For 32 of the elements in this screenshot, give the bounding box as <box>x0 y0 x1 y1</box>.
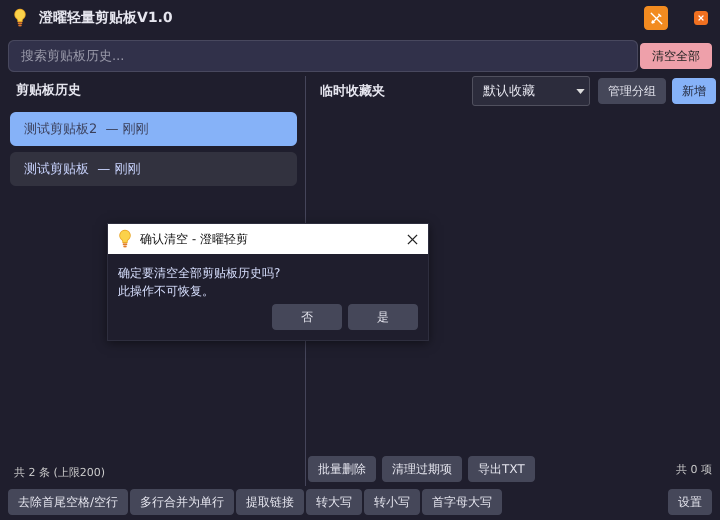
close-icon[interactable] <box>694 11 708 25</box>
dialog-button[interactable]: 否 <box>272 304 342 330</box>
dialog-message: 确定要清空全部剪贴板历史吗? 此操作不可恢复。 <box>117 265 282 300</box>
tool-button[interactable]: 提取链接 <box>236 489 304 515</box>
lightbulb-icon <box>118 229 132 249</box>
manage-groups-button[interactable]: 管理分组 <box>598 78 666 104</box>
tool-button[interactable]: 去除首尾空格/空行 <box>8 489 128 515</box>
window-title: 澄曜轻量剪贴板V1.0 <box>39 9 174 27</box>
tool-button[interactable]: 转大写 <box>306 489 362 515</box>
history-item[interactable]: 测试剪贴板2 — 刚刚 <box>10 112 297 146</box>
group-dropdown[interactable]: 默认收藏 <box>472 76 590 106</box>
tool-button[interactable]: 首字母大写 <box>422 489 502 515</box>
dialog-title: 确认清空 - 澄曜轻剪 <box>140 230 249 248</box>
history-item[interactable]: 测试剪贴板 — 刚刚 <box>10 152 297 186</box>
caret-icon[interactable] <box>576 88 585 94</box>
panel-title: 剪贴板历史 <box>16 82 81 99</box>
pen-icon[interactable] <box>644 6 668 30</box>
search-field[interactable]: 搜索剪贴板历史... <box>8 40 638 72</box>
item-count: 共 2 条 (上限200) <box>13 465 106 481</box>
item-count: 共 0 项 <box>676 462 713 476</box>
add-button[interactable]: 新增 <box>672 78 716 104</box>
action-button[interactable]: 批量删除 <box>308 456 376 482</box>
panel-title: 临时收藏夹 <box>320 83 385 100</box>
action-button[interactable]: 清理过期项 <box>382 456 462 482</box>
tool-button[interactable]: 多行合并为单行 <box>130 489 234 515</box>
dialog-button[interactable]: 是 <box>348 304 418 330</box>
settings-button[interactable]: 设置 <box>668 489 712 515</box>
clear-all-button[interactable]: 清空全部 <box>640 43 712 69</box>
action-button[interactable]: 导出TXT <box>468 456 535 482</box>
close-icon[interactable] <box>407 234 418 244</box>
lightbulb-icon <box>13 8 27 28</box>
tool-button[interactable]: 转小写 <box>364 489 420 515</box>
